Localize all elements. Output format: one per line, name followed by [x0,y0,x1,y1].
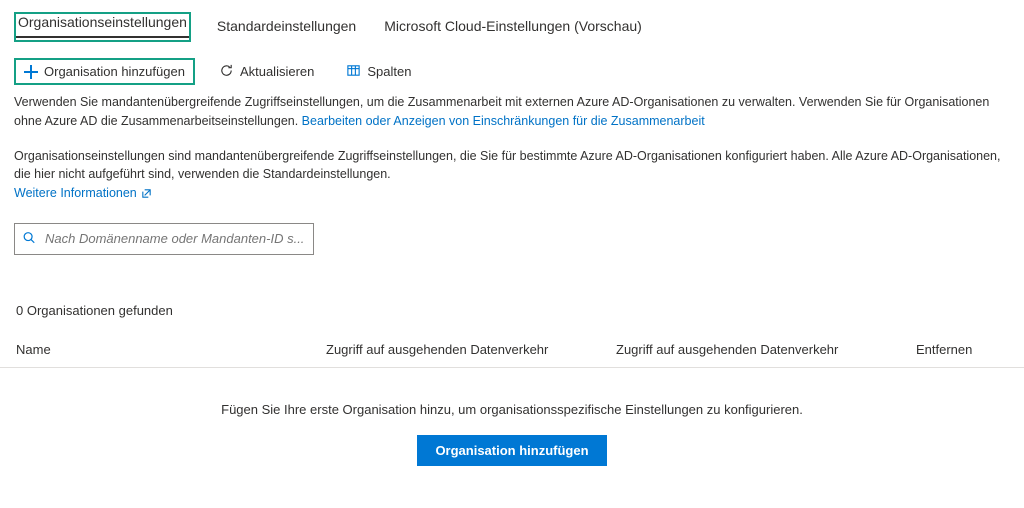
plus-icon [24,65,38,79]
tab-default-settings[interactable]: Standardeinstellungen [215,12,358,42]
search-container [14,223,314,255]
highlight-active-tab: Organisationseinstellungen [14,12,191,42]
description-text-2: Organisationseinstellungen sind mandante… [14,149,1000,182]
columns-label: Spalten [367,64,411,79]
edit-collaboration-link[interactable]: Bearbeiten oder Anzeigen von Einschränku… [302,114,705,128]
external-link-icon [141,188,152,199]
refresh-label: Aktualisieren [240,64,314,79]
col-header-remove[interactable]: Entfernen [900,332,1024,367]
highlight-add-org: Organisation hinzufügen [14,58,195,85]
learn-more-text: Weitere Informationen [14,184,137,203]
add-organisation-primary-button[interactable]: Organisation hinzufügen [417,435,606,466]
tab-cloud-settings[interactable]: Microsoft Cloud-Einstellungen (Vorschau) [382,12,644,42]
add-organisation-button[interactable]: Organisation hinzufügen [16,60,193,83]
empty-state: Fügen Sie Ihre erste Organisation hinzu,… [0,368,1024,482]
refresh-button[interactable]: Aktualisieren [211,59,322,85]
col-header-outbound-1[interactable]: Zugriff auf ausgehenden Datenverkehr [310,332,600,367]
columns-button[interactable]: Spalten [338,59,419,85]
col-header-name[interactable]: Name [0,332,310,367]
learn-more-link[interactable]: Weitere Informationen [14,184,152,203]
organisations-table: Name Zugriff auf ausgehenden Datenverkeh… [0,332,1024,368]
columns-icon [346,63,361,81]
tab-organisation-settings[interactable]: Organisationseinstellungen [16,8,189,38]
search-input[interactable] [14,223,314,255]
add-organisation-label: Organisation hinzufügen [44,64,185,79]
results-count: 0 Organisationen gefunden [0,273,1024,332]
description-block-2: Organisationseinstellungen sind mandante… [0,139,1024,211]
search-section [0,211,1024,273]
toolbar: Organisation hinzufügen Aktualisieren Sp… [0,42,1024,93]
refresh-icon [219,63,234,81]
tabs-bar: Organisationseinstellungen Standardeinst… [0,0,1024,42]
table-header-row: Name Zugriff auf ausgehenden Datenverkeh… [0,332,1024,368]
description-block-1: Verwenden Sie mandantenübergreifende Zug… [0,93,1024,139]
empty-state-text: Fügen Sie Ihre erste Organisation hinzu,… [0,402,1024,417]
col-header-outbound-2[interactable]: Zugriff auf ausgehenden Datenverkehr [600,332,900,367]
